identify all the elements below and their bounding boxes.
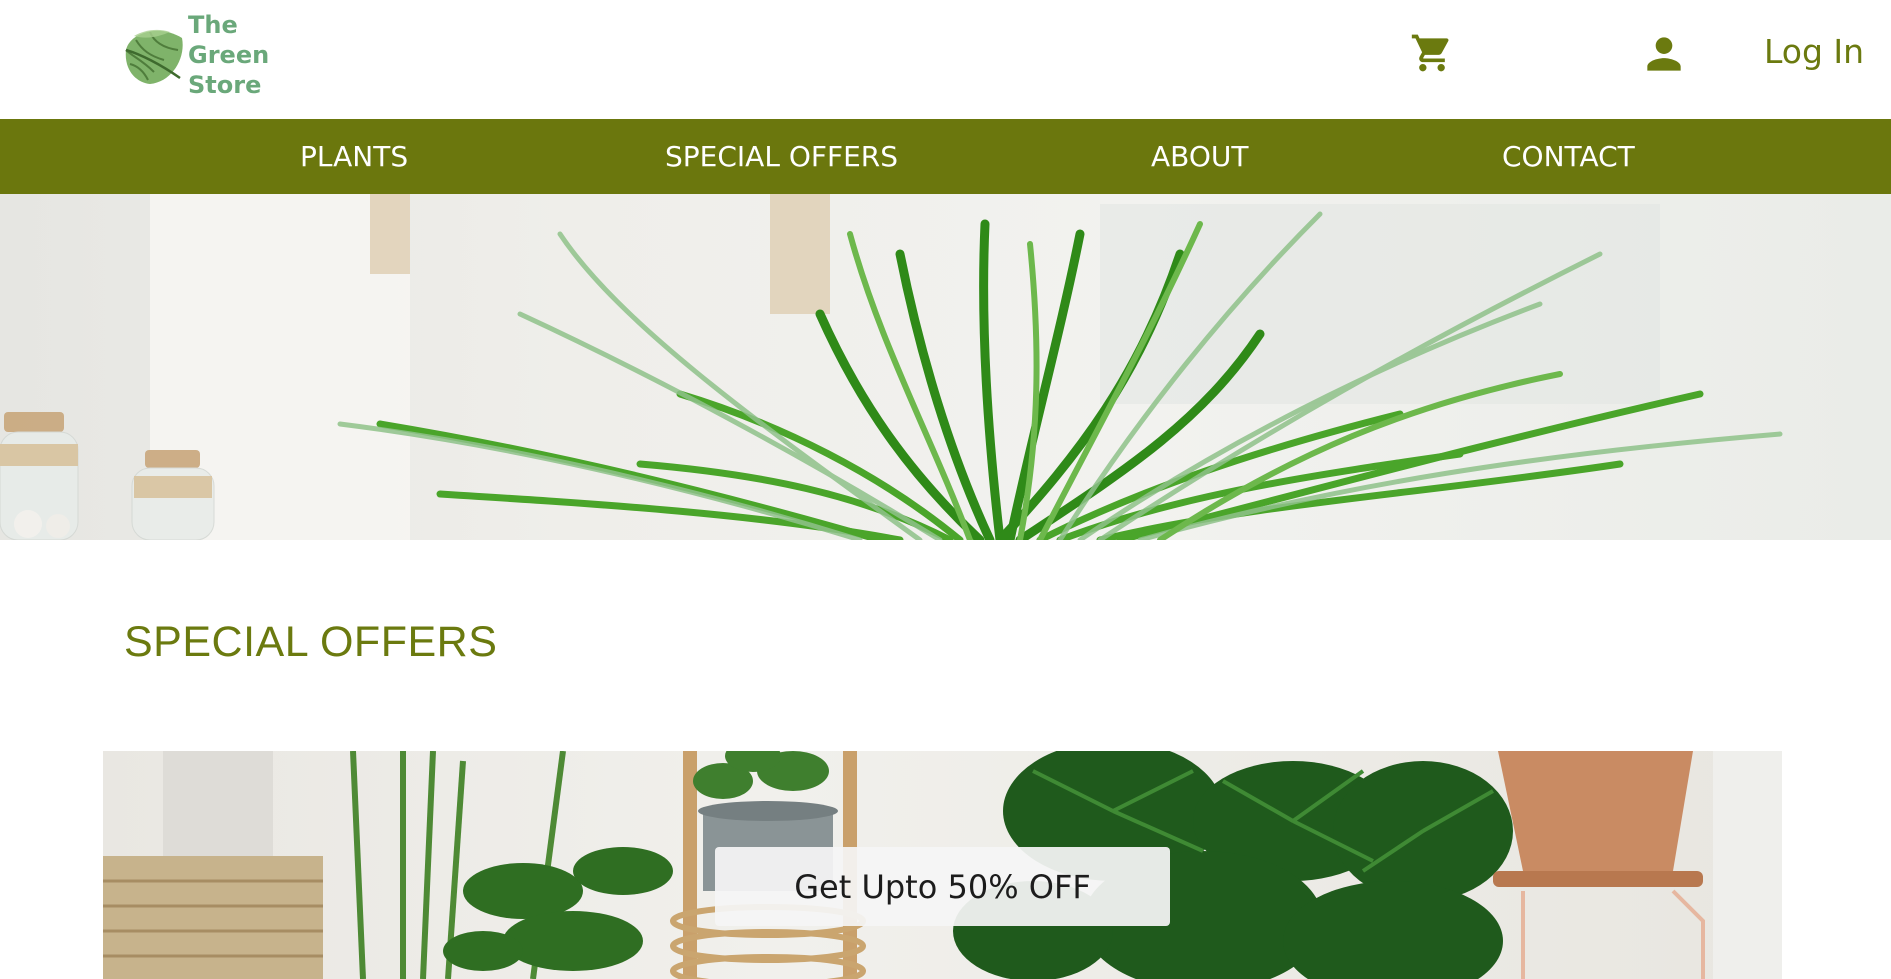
leaf-logo-icon [125, 29, 183, 85]
nav-item-about[interactable]: ABOUT [1151, 119, 1249, 194]
nav-item-special-offers[interactable]: SPECIAL OFFERS [665, 119, 898, 194]
palm-plant-hero-image [0, 194, 1783, 540]
main-nav: PLANTS SPECIAL OFFERS ABOUT CONTACT [0, 119, 1891, 194]
nav-item-plants[interactable]: PLANTS [300, 119, 408, 194]
shopping-cart-icon [1411, 34, 1449, 72]
special-offers-banner[interactable]: Get Upto 50% OFF [103, 751, 1782, 979]
brand-name-line-2: Green [188, 41, 270, 69]
brand-logo[interactable]: The Green Store [120, 10, 269, 100]
hero-banner [0, 194, 1891, 540]
brand-name-line-3: Store [188, 71, 262, 99]
section-title-special-offers: SPECIAL OFFERS [124, 618, 498, 666]
brand-name: The Green Store [188, 10, 269, 100]
login-link[interactable]: Log In [1764, 32, 1864, 71]
site-header: The Green Store Log In [0, 0, 1891, 119]
offer-badge-button[interactable]: Get Upto 50% OFF [715, 847, 1170, 926]
cart-button[interactable] [1405, 28, 1459, 78]
user-account-icon [1647, 37, 1681, 71]
user-account-button[interactable] [1638, 28, 1690, 80]
brand-name-line-1: The [188, 11, 238, 39]
nav-item-contact[interactable]: CONTACT [1502, 119, 1635, 194]
